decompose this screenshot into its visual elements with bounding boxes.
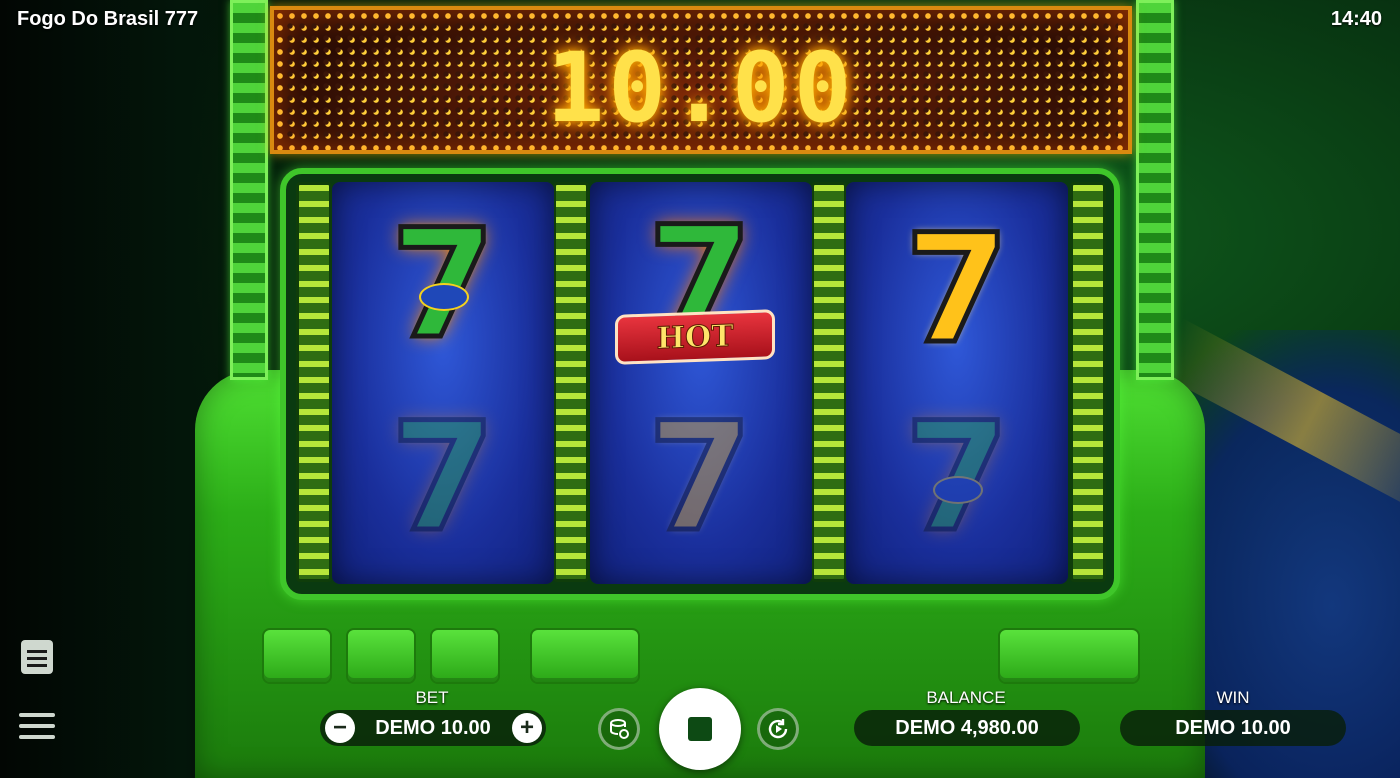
cabinet-panel-button [430, 628, 500, 684]
flag-seven-symbol: 7 [388, 391, 497, 565]
spin-stop-button[interactable] [659, 688, 741, 770]
cabinet-panel-button [530, 628, 640, 684]
win-display: DEMO 10.00 [1120, 710, 1346, 746]
bet-decrease-button[interactable]: − [325, 713, 355, 743]
reel-divider [553, 182, 589, 582]
balance-value: DEMO 4,980.00 [895, 716, 1039, 739]
bet-value: DEMO 10.00 [375, 716, 491, 739]
bet-increase-button[interactable]: + [512, 713, 542, 743]
reel-divider [296, 182, 332, 582]
marquee-win-amount: 10.00 [546, 32, 856, 144]
cabinet-panel-button [998, 628, 1140, 684]
win-label: WIN [1216, 688, 1250, 707]
reel-divider [811, 182, 847, 582]
win-value: DEMO 10.00 [1175, 716, 1291, 739]
hot-badge: HOT [615, 309, 775, 365]
cabinet-pillar-left [230, 0, 268, 380]
stop-icon [688, 717, 712, 741]
bet-label: BET [415, 688, 449, 707]
coins-settings-icon[interactable] [598, 708, 640, 750]
balance-label: BALANCE [926, 688, 1006, 707]
cabinet-panel-button [262, 628, 332, 684]
flag-seven-symbol: 7 [877, 398, 1037, 558]
history-icon[interactable] [21, 640, 53, 674]
cabinet-panel-button [346, 628, 416, 684]
game-title: Fogo Do Brasil 777 [17, 8, 199, 30]
clock: 14:40 [1330, 8, 1382, 30]
gold-seven-symbol: 7 [645, 391, 754, 565]
balance-display: DEMO 4,980.00 [854, 710, 1080, 746]
hamburger-icon[interactable] [19, 713, 55, 741]
win-marquee: 10.00 [270, 6, 1132, 154]
flag-seven-symbol: 7 [363, 205, 523, 365]
reel-divider [1070, 182, 1106, 582]
autoplay-icon[interactable] [757, 708, 799, 750]
gold-seven-symbol: 7 [902, 203, 1011, 377]
cabinet-pillar-right [1136, 0, 1174, 380]
